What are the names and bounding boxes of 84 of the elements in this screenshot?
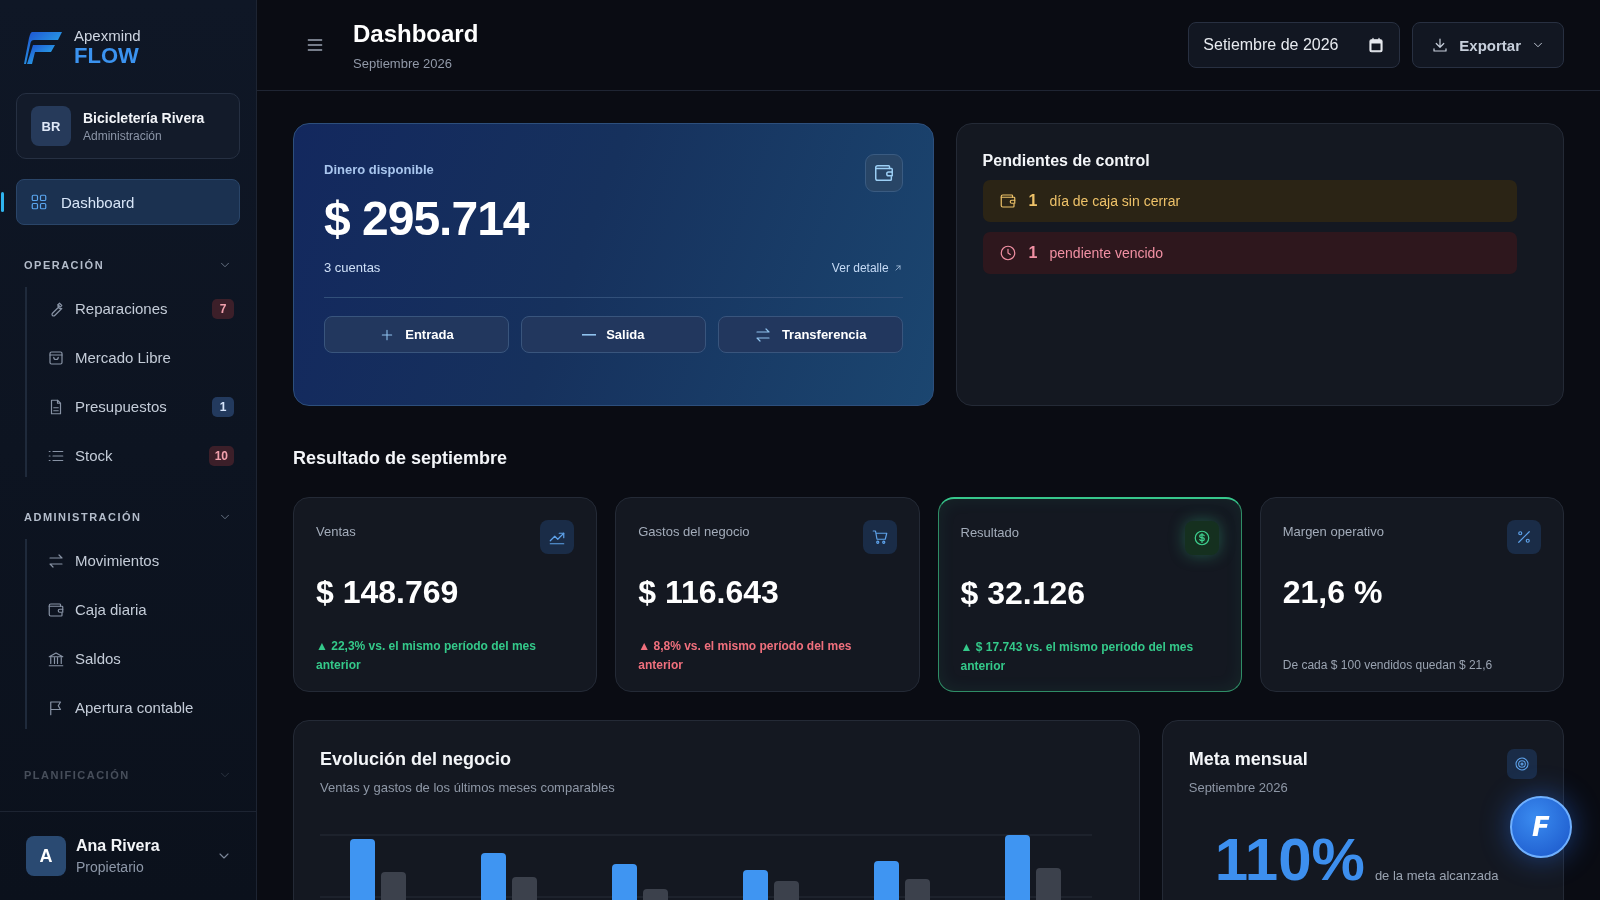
minus-icon: [582, 333, 597, 336]
metric-label: Ventas: [316, 524, 356, 539]
metric-note: ▲ 8,8% vs. el mismo período del mes anterior: [638, 638, 853, 674]
export-button[interactable]: Exportar: [1412, 22, 1564, 68]
business-avatar: BR: [31, 106, 71, 146]
logo-icon: [24, 29, 62, 66]
expense-bar: [381, 872, 406, 900]
card-title: Evolución del negocio: [320, 749, 513, 770]
section-heading[interactable]: ADMINISTRACIÓN: [24, 511, 142, 523]
sidebar-item[interactable]: Presupuestos 1: [47, 385, 240, 428]
metric-value: $ 116.643: [638, 574, 780, 611]
wallet-icon: [47, 600, 65, 619]
card-subtitle: Septiembre 2026: [1188, 780, 1289, 795]
action-button[interactable]: Transferencia: [717, 316, 903, 353]
business-role: Administración: [83, 128, 163, 143]
page-subtitle: Septiembre 2026: [353, 55, 453, 71]
clock-icon: [998, 244, 1017, 262]
card-subtitle: Ventas y gastos de los últimos meses comparables: [320, 780, 616, 795]
sidebar-item[interactable]: Stock 10: [47, 434, 240, 477]
user-name: Ana Rivera: [76, 837, 161, 855]
page-title: Dashboard: [353, 19, 480, 48]
sidebar-item[interactable]: Caja diaria: [47, 588, 240, 631]
wallet-button[interactable]: [864, 154, 903, 192]
count-badge: 7: [212, 298, 234, 319]
section-title: Resultado de septiembre: [293, 448, 509, 469]
metric-note: De cada $ 100 vendidos quedan $ 21,6: [1282, 657, 1494, 674]
download-icon: [1431, 36, 1450, 54]
grid-icon: [30, 193, 48, 211]
dollar-icon: [1192, 529, 1211, 547]
sales-bar: [481, 853, 506, 900]
sales-bar: [350, 839, 375, 900]
card-title: Pendientes de control: [982, 152, 1151, 170]
wallet-icon: [872, 162, 895, 184]
metric-label: Margen operativo: [1282, 524, 1384, 539]
expense-bar: [1036, 868, 1061, 900]
wallet-icon: [998, 192, 1017, 210]
business-card[interactable]: BR Bicicletería Rivera Administración: [16, 93, 240, 159]
alert-row[interactable]: 1 día de caja sin cerrar: [982, 180, 1517, 222]
brand-name: Apexmind: [74, 28, 141, 43]
goal-caption: de la meta alcanzada: [1374, 868, 1499, 883]
calendar-icon: [1367, 36, 1386, 54]
user-menu[interactable]: A Ana Rivera Propietario: [0, 811, 256, 900]
sales-bar: [612, 864, 637, 900]
action-button[interactable]: Salida: [520, 316, 706, 353]
count-badge: 1: [212, 396, 234, 417]
alert-row[interactable]: 1 pendiente vencido: [982, 232, 1517, 274]
sidebar-item[interactable]: Mercado Libre: [47, 336, 240, 379]
external-link-icon: [892, 262, 903, 273]
metric-note: ▲ $ 17.743 vs. el mismo período del mes anterior: [960, 639, 1195, 675]
expense-bar: [512, 877, 537, 900]
product-name: FLOW: [74, 45, 139, 67]
action-button[interactable]: Entrada: [324, 316, 509, 353]
target-icon: [1514, 756, 1530, 772]
sales-bar: [743, 870, 768, 900]
sidebar-item[interactable]: Saldos: [47, 637, 240, 680]
bag-icon: [47, 348, 65, 367]
count-badge: 10: [208, 445, 234, 466]
sales-bar: [874, 861, 899, 900]
expense-bar: [905, 879, 930, 900]
sales-bar: [1005, 835, 1030, 900]
metric-value: $ 148.769: [316, 574, 460, 611]
balance-amount: $ 295.714: [324, 191, 529, 246]
metric-value: $ 32.126: [960, 575, 1087, 612]
business-name: Bicicletería Rivera: [83, 109, 205, 126]
accounts-count: 3 cuentas: [324, 260, 381, 275]
month-field[interactable]: Setiembre de 2026: [1188, 22, 1401, 68]
metric-label: Gastos del negocio: [638, 524, 750, 539]
expense-bar: [643, 889, 668, 900]
metric-value: 21,6 %: [1282, 574, 1384, 611]
card-title: Meta mensual: [1188, 749, 1308, 770]
goal-percent: 110%: [1214, 825, 1365, 894]
percent-icon: [1515, 528, 1533, 546]
metric-note: ▲ 22,3% vs. el mismo período del mes anterior: [316, 638, 537, 674]
sidebar-item[interactable]: Movimientos: [47, 539, 240, 582]
user-role: Propietario: [76, 859, 145, 875]
detail-link[interactable]: Ver detalle: [831, 260, 903, 275]
balance-label: Dinero disponible: [324, 162, 435, 177]
cart-icon: [870, 528, 889, 546]
sidebar-item[interactable]: Apertura contable: [47, 686, 240, 729]
section-heading[interactable]: OPERACIÓN: [24, 259, 105, 271]
metric-label: Resultado: [960, 525, 1020, 540]
sidebar-item[interactable]: Reparaciones 7: [47, 287, 240, 330]
user-avatar: A: [26, 836, 66, 876]
expense-bar: [774, 881, 799, 900]
